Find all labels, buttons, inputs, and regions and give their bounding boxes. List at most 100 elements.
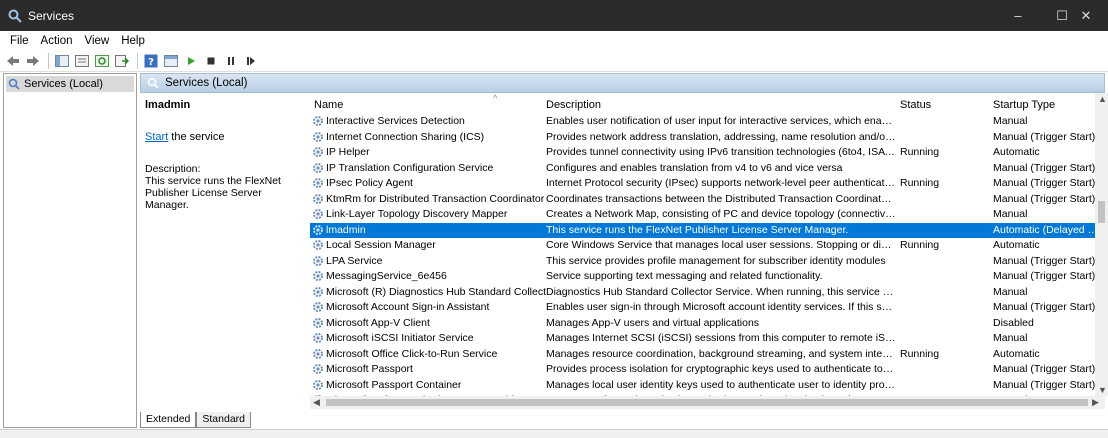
sort-ascending-icon: ^ xyxy=(493,93,498,103)
service-row[interactable]: Microsoft App-V Client Manages App-V user… xyxy=(310,316,1105,332)
service-startup-type: Manual xyxy=(993,332,1028,344)
service-startup-type: Automatic xyxy=(993,239,1040,251)
scroll-up-icon[interactable]: ▲ xyxy=(1098,94,1107,104)
menu-help[interactable]: Help xyxy=(115,35,151,47)
service-startup-type: Automatic (Delayed Start) xyxy=(993,223,1105,236)
service-row[interactable]: KtmRm for Distributed Transaction Coordi… xyxy=(310,192,1105,208)
column-header-startup-type[interactable]: Startup Type xyxy=(993,99,1055,111)
service-name: Internet Connection Sharing (ICS) xyxy=(326,130,485,143)
service-name-cell: Local Session Manager xyxy=(312,239,546,251)
service-description: Configures and enables translation from … xyxy=(546,161,843,174)
export-icon[interactable] xyxy=(113,52,131,70)
service-description: This service provides profile management… xyxy=(546,254,886,267)
service-description: Provides tunnel connectivity using IPv6 … xyxy=(546,146,896,158)
scroll-right-icon[interactable]: ▶ xyxy=(1092,397,1099,408)
gear-icon xyxy=(313,255,323,266)
service-name: Microsoft App-V Client xyxy=(326,316,430,329)
service-row[interactable]: lmadmin This service runs the FlexNet Pub… xyxy=(310,222,1105,238)
service-startup-type: Disabled xyxy=(993,316,1034,329)
gear-icon xyxy=(313,364,323,374)
horizontal-scrollbar[interactable]: ◀ ▶ xyxy=(310,396,1105,409)
gear-icon xyxy=(313,224,323,235)
service-startup-type: Manual (Trigger Start) xyxy=(993,177,1096,189)
help-icon[interactable]: ? xyxy=(142,52,160,70)
service-name: Link-Layer Topology Discovery Mapper xyxy=(326,208,508,220)
service-name: Interactive Services Detection xyxy=(326,115,465,127)
vertical-scrollbar[interactable]: ▲ ▼ xyxy=(1095,93,1108,396)
selected-service-name: lmadmin xyxy=(145,99,191,111)
restart-icon[interactable] xyxy=(242,52,260,70)
console-tree-icon[interactable] xyxy=(53,52,71,70)
service-name-cell: Link-Layer Topology Discovery Mapper xyxy=(312,208,546,220)
service-row[interactable]: Interactive Services Detection Enables us… xyxy=(310,114,1105,130)
service-row[interactable]: Internet Connection Sharing (ICS) Provide… xyxy=(310,130,1105,146)
service-startup-type: Manual (Trigger Start) xyxy=(993,363,1096,375)
refresh-icon[interactable] xyxy=(93,52,111,70)
console-tree: Services (Local) xyxy=(3,73,137,428)
scroll-down-icon[interactable]: ▼ xyxy=(1098,385,1107,395)
service-name-cell: Internet Connection Sharing (ICS) xyxy=(312,131,546,143)
service-description: This service runs the FlexNet Publisher … xyxy=(546,223,849,236)
service-row[interactable]: Microsoft Account Sign-in Assistant Enabl… xyxy=(310,300,1105,316)
service-row[interactable]: IP Translation Configuration Service Conf… xyxy=(310,161,1105,177)
service-row[interactable]: Local Session Manager Core Windows Servic… xyxy=(310,238,1105,254)
service-row[interactable]: LPA Service This service provides profile… xyxy=(310,254,1105,270)
menu-action[interactable]: Action xyxy=(35,35,79,47)
back-icon[interactable] xyxy=(4,52,22,70)
description-text: This service runs the FlexNet Publisher … xyxy=(145,175,281,211)
service-row[interactable]: Link-Layer Topology Discovery Mapper Crea… xyxy=(310,207,1105,223)
menu-file[interactable]: File xyxy=(4,35,35,47)
service-row[interactable]: Microsoft (R) Diagnostics Hub Standard C… xyxy=(310,285,1105,301)
service-status: Running xyxy=(900,347,940,360)
service-row[interactable]: Microsoft Passport Container Manages loca… xyxy=(310,378,1105,394)
show-hide-icon[interactable] xyxy=(162,52,180,70)
pause-icon[interactable] xyxy=(222,52,240,70)
gear-icon xyxy=(313,333,323,343)
service-name-cell: IP Helper xyxy=(312,146,546,158)
services-icon xyxy=(8,78,20,90)
gear-icon xyxy=(313,131,323,142)
service-startup-type: Automatic xyxy=(993,347,1040,360)
vertical-scroll-thumb[interactable] xyxy=(1098,201,1105,223)
service-name-cell: Microsoft iSCSI Initiator Service xyxy=(312,332,546,344)
properties-icon[interactable] xyxy=(73,52,91,70)
service-status: Running xyxy=(900,239,940,251)
service-name: Microsoft Passport xyxy=(326,363,413,375)
service-startup-type: Manual (Trigger Start) xyxy=(993,301,1096,313)
tree-item-label: Services (Local) xyxy=(24,78,103,90)
forward-icon[interactable] xyxy=(24,52,42,70)
stop-icon[interactable] xyxy=(202,52,220,70)
service-name-cell: Microsoft Account Sign-in Assistant xyxy=(312,301,546,313)
tab-standard[interactable]: Standard xyxy=(196,412,251,428)
column-header-description[interactable]: Description xyxy=(546,99,601,111)
service-name-cell: IP Translation Configuration Service xyxy=(312,162,546,174)
gear-icon xyxy=(313,116,323,126)
scroll-left-icon[interactable]: ◀ xyxy=(313,397,320,408)
tab-extended[interactable]: Extended xyxy=(140,412,197,428)
gear-icon xyxy=(313,379,323,390)
close-button[interactable]: ✕ xyxy=(1064,0,1108,31)
service-row[interactable]: IPsec Policy Agent Internet Protocol secu… xyxy=(310,176,1105,192)
service-row[interactable]: MessagingService_6e456 Service supporting… xyxy=(310,269,1105,285)
service-startup-type: Manual xyxy=(993,115,1028,127)
service-row[interactable]: Microsoft iSCSI Initiator Service Manages… xyxy=(310,331,1105,347)
service-row[interactable]: Microsoft Office Click-to-Run Service Man… xyxy=(310,347,1105,363)
gear-icon xyxy=(313,302,323,312)
service-row[interactable]: Microsoft Passport Provides process isola… xyxy=(310,362,1105,378)
column-header-status[interactable]: Status xyxy=(900,99,931,111)
horizontal-scroll-thumb[interactable] xyxy=(326,399,1088,406)
minimize-button[interactable]: – xyxy=(996,0,1040,31)
service-name: LPA Service xyxy=(326,254,383,267)
toolbar: ? xyxy=(0,50,1108,72)
start-service-link[interactable]: Start xyxy=(145,131,168,143)
start-icon[interactable] xyxy=(182,52,200,70)
tree-item-services-local[interactable]: Services (Local) xyxy=(6,76,134,92)
service-description: Service supporting text messaging and re… xyxy=(546,270,823,282)
start-service-line: Start the service xyxy=(145,131,305,143)
menu-view[interactable]: View xyxy=(79,35,116,47)
service-row[interactable]: IP Helper Provides tunnel connectivity us… xyxy=(310,145,1105,161)
service-description: Enables user sign-in through Microsoft a… xyxy=(546,301,896,313)
services-list: ^ Name Description Status Startup Type I… xyxy=(310,93,1105,396)
column-header-name[interactable]: Name xyxy=(314,99,343,111)
service-description: Manages local user identity keys used to… xyxy=(546,378,896,391)
